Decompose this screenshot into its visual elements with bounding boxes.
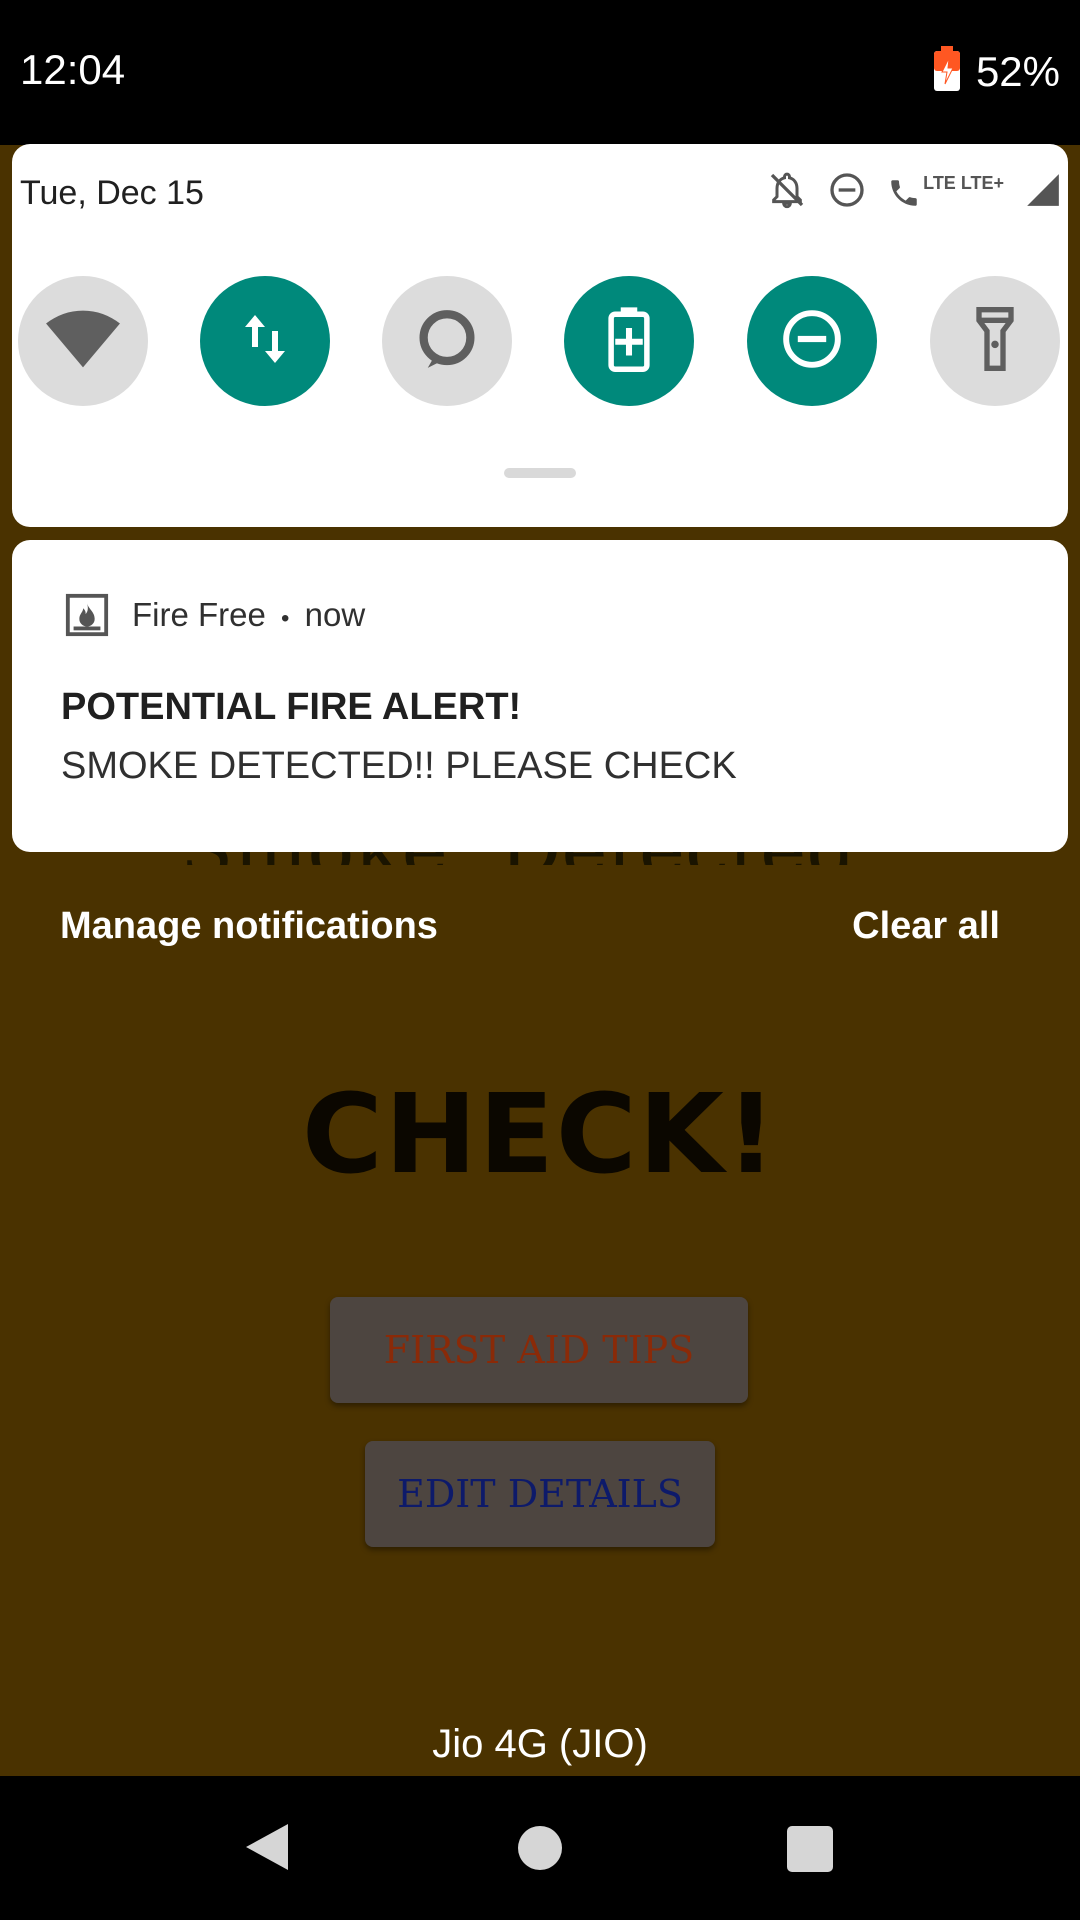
do-not-disturb-icon [781, 308, 843, 375]
alexa-icon [414, 306, 480, 377]
notification-card[interactable]: Fire Free • now POTENTIAL FIRE ALERT! SM… [12, 540, 1068, 852]
status-right: 52% [932, 46, 1060, 97]
notification-title: POTENTIAL FIRE ALERT! [61, 686, 522, 728]
flashlight-icon [975, 306, 1015, 376]
notification-separator: • [281, 605, 290, 632]
edit-details-button[interactable]: EDIT DETAILS [365, 1441, 715, 1547]
quick-settings-panel: Tue, Dec 15 LTE LTE+ [12, 144, 1068, 527]
recents-icon[interactable] [787, 1826, 833, 1872]
clear-all-button[interactable]: Clear all [852, 905, 1000, 948]
qs-date: Tue, Dec 15 [20, 174, 204, 212]
notification-time: now [304, 596, 366, 633]
notification-app-name: Fire Free [132, 596, 266, 633]
battery-charging-icon [932, 46, 962, 97]
alert-heading: CHECK! [301, 1070, 779, 1198]
wifi-tile[interactable] [18, 276, 148, 406]
alexa-tile[interactable] [382, 276, 512, 406]
battery-saver-icon [606, 306, 652, 377]
fire-app-icon [64, 592, 110, 643]
back-icon[interactable] [244, 1822, 290, 1877]
notification-text: SMOKE DETECTED!! PLEASE CHECK [61, 745, 737, 787]
status-bar: 12:04 52% [0, 0, 1080, 145]
battery-saver-tile[interactable] [564, 276, 694, 406]
flashlight-tile[interactable] [930, 276, 1060, 406]
home-icon[interactable] [518, 1826, 562, 1870]
first-aid-tips-button[interactable]: FIRST AID TIPS [330, 1297, 748, 1403]
status-time: 12:04 [20, 46, 126, 93]
notifications-off-icon [767, 170, 807, 215]
qs-drag-handle[interactable] [504, 468, 576, 478]
qs-status-icons: LTE LTE+ [767, 170, 1062, 215]
do-not-disturb-status-icon [827, 170, 867, 215]
mobile-data-tile[interactable] [200, 276, 330, 406]
mobile-data-icon [241, 311, 289, 372]
do-not-disturb-tile[interactable] [747, 276, 877, 406]
signal-strength-icon [1024, 171, 1062, 214]
manage-notifications-button[interactable]: Manage notifications [60, 905, 438, 948]
wifi-icon [45, 309, 121, 374]
lte-label: LTE LTE+ [923, 172, 1004, 193]
battery-percent: 52% [975, 47, 1060, 95]
notification-header: Fire Free • now [132, 596, 365, 634]
network-carrier-label: Jio 4G (JIO) [432, 1722, 648, 1766]
call-lte-icon: LTE LTE+ [887, 173, 1004, 213]
